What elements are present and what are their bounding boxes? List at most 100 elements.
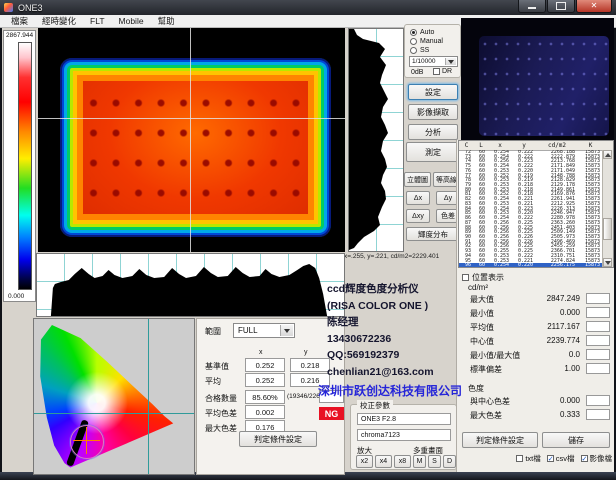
- save-check-csv檔[interactable]: ✓csv檔: [547, 453, 575, 464]
- judge-condition-button-right[interactable]: 判定條件設定: [462, 432, 538, 448]
- pass-count-value: 85.60%: [245, 390, 285, 404]
- measure-button[interactable]: 測定: [406, 142, 460, 162]
- table-cell: 2256.175: [536, 263, 578, 267]
- table-cell: 0.220: [512, 263, 536, 267]
- zoom-x2-button[interactable]: x2: [356, 455, 373, 468]
- cie-horseshoe: [38, 322, 185, 469]
- checkbox-unchecked[interactable]: [516, 455, 523, 462]
- save-check-影像檔[interactable]: ✓影像檔: [581, 453, 613, 464]
- luminance-unit-label: cd/m²: [468, 283, 488, 292]
- cie-tolerance-circle: [70, 425, 104, 459]
- table-scrollbar[interactable]: [602, 150, 613, 267]
- luminance-heatmap[interactable]: [38, 28, 345, 252]
- stat-label: 平均值: [470, 323, 494, 332]
- contact-line: ccd辉度色度分析仪: [327, 281, 467, 298]
- radio-row-manual[interactable]: Manual: [410, 38, 443, 45]
- save-check-txt檔[interactable]: txt檔: [516, 453, 540, 464]
- multiscreen-s-button[interactable]: S: [428, 455, 441, 468]
- horizontal-profile-curve: [37, 254, 344, 316]
- checkbox-label: txt檔: [525, 453, 540, 464]
- shutter-select[interactable]: 1/10000: [409, 56, 458, 67]
- judge-condition-button[interactable]: 判定條件設定: [239, 431, 317, 447]
- scroll-down-icon: [605, 261, 611, 268]
- gain-label: 0dB: [411, 69, 423, 76]
- scrollbar-thumb[interactable]: [603, 218, 612, 240]
- position-display-checkbox[interactable]: [462, 274, 469, 281]
- menu-item[interactable]: FLT: [83, 16, 111, 26]
- scroll-down-button[interactable]: [603, 258, 612, 267]
- app-icon: [4, 3, 13, 12]
- range-select[interactable]: FULL: [233, 323, 295, 338]
- minimize-button[interactable]: [518, 0, 546, 13]
- radio-row-auto[interactable]: Auto: [410, 29, 434, 36]
- table-row[interactable]: 96600.2540.2202256.17515873: [459, 263, 603, 267]
- table-body[interactable]: 72600.2540.2222268.1881587373600.2540.22…: [459, 150, 603, 267]
- radio-manual[interactable]: [410, 38, 417, 45]
- luminance-distribution-button[interactable]: 輝度分布: [406, 227, 460, 241]
- cie-chromaticity-diagram[interactable]: [33, 318, 195, 475]
- stat-judge-box: [586, 349, 610, 360]
- stat-label: 最大值: [470, 295, 494, 304]
- stat-label: 與中心色差: [470, 397, 510, 406]
- save-button[interactable]: 儲存: [542, 432, 610, 448]
- dr-label: DR: [442, 68, 452, 75]
- contact-line: 13430672236: [327, 331, 467, 348]
- calibration-field-lens[interactable]: ONE3 F2.8: [357, 413, 451, 425]
- range-label: 範圍: [205, 326, 221, 337]
- stat-label: 中心值: [470, 337, 494, 346]
- scroll-up-icon: [605, 150, 611, 157]
- table-column-header: x: [488, 142, 512, 149]
- radio-ss[interactable]: [410, 47, 417, 54]
- delta-x-button[interactable]: Δx: [406, 191, 430, 205]
- stat-row: 最大色差0.333: [470, 410, 610, 421]
- radio-auto[interactable]: [410, 29, 417, 36]
- dr-checkbox[interactable]: [433, 68, 440, 75]
- heatmap-crosshair-horizontal[interactable]: [38, 118, 345, 119]
- delta-xy-button[interactable]: Δxy: [406, 209, 430, 223]
- stat-row: 標準偏差1.00: [470, 364, 610, 375]
- stat-value: 2847.249: [547, 294, 580, 303]
- acquisition-groupbox: Auto Manual SS 1/10000 0dB DR: [404, 24, 461, 78]
- dr-checkbox-row[interactable]: DR: [433, 68, 452, 75]
- radio-row-ss[interactable]: SS: [410, 47, 429, 54]
- dropdown-arrow-icon[interactable]: [445, 58, 456, 65]
- capture-button[interactable]: 影像擷取: [408, 104, 458, 120]
- camera-preview: [461, 18, 614, 140]
- checkbox-checked[interactable]: ✓: [581, 455, 588, 462]
- dropdown-arrow-icon[interactable]: [280, 325, 293, 336]
- avg-x-value: 0.252: [245, 373, 285, 387]
- stat-row: 最小值0.000: [470, 308, 610, 319]
- measurement-table[interactable]: CLxycd/m2K 72600.2540.2222268.1881587373…: [458, 140, 614, 268]
- zoom-x8-button[interactable]: x8: [394, 455, 411, 468]
- table-cell: 0.254: [488, 263, 512, 267]
- menu-item[interactable]: 檔案: [4, 15, 35, 27]
- avg-label: 平均: [205, 376, 221, 387]
- multiscreen-d-button[interactable]: D: [443, 455, 456, 468]
- max-colordiff-label: 最大色差: [205, 423, 237, 434]
- multiscreen-m-button[interactable]: M: [413, 455, 426, 468]
- stat-row: 中心值2239.774: [470, 336, 610, 347]
- vertical-profile-curve: [349, 29, 403, 251]
- cie-point-marker-vertical: [86, 427, 87, 454]
- contact-line: QQ:569192379: [327, 347, 467, 364]
- menu-item[interactable]: 幫助: [151, 15, 182, 27]
- checkbox-checked[interactable]: ✓: [547, 455, 554, 462]
- calibration-field-chroma[interactable]: chroma7123: [357, 429, 451, 441]
- stereo-button[interactable]: 立體圖: [404, 172, 431, 187]
- stat-label: 最小值: [470, 309, 494, 318]
- heatmap-crosshair-vertical[interactable]: [190, 28, 191, 252]
- zoom-x4-button[interactable]: x4: [375, 455, 392, 468]
- stat-judge-box: [586, 293, 610, 304]
- menu-item[interactable]: Mobile: [112, 16, 151, 26]
- analyze-button[interactable]: 分析: [408, 124, 458, 140]
- scroll-up-button[interactable]: [603, 150, 612, 159]
- menu-item[interactable]: 經時變化: [35, 15, 83, 27]
- stat-value: 1.00: [564, 364, 580, 373]
- close-button[interactable]: ✕: [576, 0, 612, 13]
- cie-crosshair-vertical: [148, 319, 149, 474]
- table-cell: 60: [474, 263, 488, 267]
- stat-value: 2117.167: [547, 322, 580, 331]
- position-display-row[interactable]: 位置表示: [462, 272, 504, 283]
- set-button[interactable]: 設定: [408, 84, 458, 100]
- maximize-button[interactable]: [547, 0, 575, 13]
